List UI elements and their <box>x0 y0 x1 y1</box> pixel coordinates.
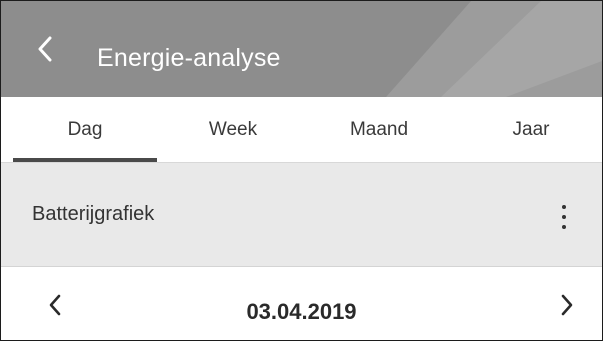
tab-week[interactable]: Week <box>161 97 305 162</box>
app-header: Energie-analyse <box>1 1 602 97</box>
tab-year[interactable]: Jaar <box>459 97 602 162</box>
period-tabs: Dag Week Maand Jaar <box>1 97 602 163</box>
screen: Energie-analyse Dag Week Maand Jaar Batt… <box>0 0 603 341</box>
page-title: Energie-analyse <box>97 44 281 72</box>
tab-day[interactable]: Dag <box>13 97 157 162</box>
current-date: 03.04.2019 <box>246 299 357 324</box>
next-date-button[interactable] <box>547 285 587 325</box>
more-vertical-icon <box>562 202 566 232</box>
chevron-right-icon <box>561 294 573 316</box>
chevron-left-icon <box>38 36 52 62</box>
section-header: Batterijgrafiek <box>1 163 602 267</box>
tab-month[interactable]: Maand <box>307 97 451 162</box>
section-title: Batterijgrafiek <box>32 203 155 225</box>
date-navigator: 03.04.2019 <box>1 267 602 340</box>
active-tab-indicator <box>13 158 157 162</box>
header-decoration <box>1 1 602 97</box>
back-button[interactable] <box>25 29 65 69</box>
more-options-button[interactable] <box>549 197 579 237</box>
